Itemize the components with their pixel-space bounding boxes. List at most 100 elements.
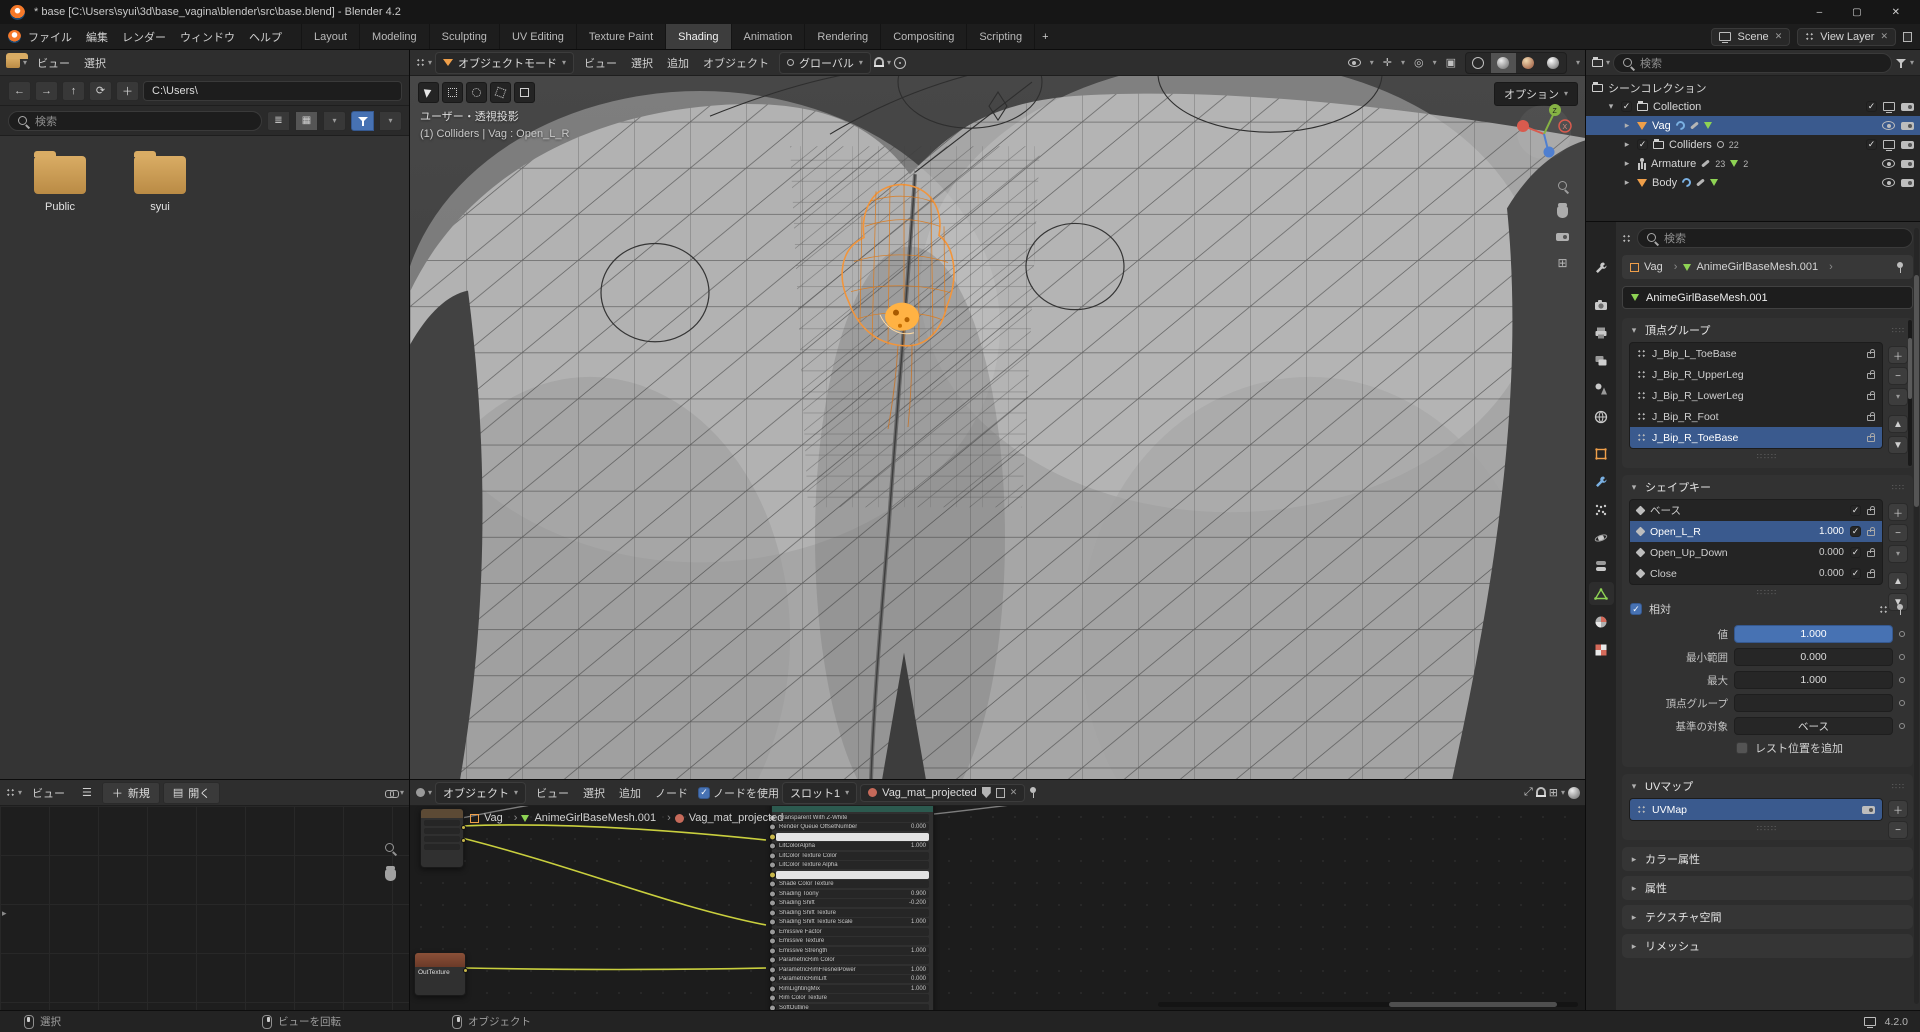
- shader-editor-menu[interactable]: 追加: [612, 783, 648, 803]
- outliner-row-vag[interactable]: ▸ Vag: [1586, 116, 1920, 135]
- node-row[interactable]: ParametricRimLift 0.000: [776, 975, 929, 983]
- close-button[interactable]: ✕: [1892, 7, 1900, 18]
- node-row[interactable]: ParametricRim Color: [776, 956, 929, 964]
- shape-key-mute-checkbox[interactable]: [1850, 526, 1861, 537]
- image-editor-canvas[interactable]: ▸: [0, 806, 410, 1010]
- outliner-row-colliders[interactable]: ▸ Colliders 22: [1586, 135, 1920, 154]
- lock-icon[interactable]: [1867, 373, 1875, 379]
- breadcrumb-mesh[interactable]: AnimeGirlBaseMesh.001: [521, 812, 670, 824]
- mesh-name-field[interactable]: AnimeGirlBaseMesh.001: [1622, 286, 1913, 309]
- disclosure-triangle-icon[interactable]: ▾: [1606, 101, 1616, 112]
- shape-key-row[interactable]: Open_L_R 1.000: [1630, 521, 1882, 542]
- vertex-group-row[interactable]: J_Bip_R_UpperLeg: [1630, 364, 1882, 385]
- node-row[interactable]: Emissive Texture: [776, 937, 929, 945]
- display-grid-button[interactable]: ▦: [295, 111, 318, 131]
- render-visibility-icon[interactable]: [1901, 140, 1914, 150]
- lock-icon[interactable]: [1867, 572, 1875, 578]
- node-row[interactable]: Shading Toony 0.900: [776, 890, 929, 898]
- new-folder-button[interactable]: ＋: [116, 81, 139, 101]
- shading-solid-button[interactable]: [1491, 53, 1516, 73]
- breadcrumb-object[interactable]: Vag: [1630, 261, 1677, 273]
- filter-button[interactable]: [351, 111, 374, 131]
- image-editor-menu[interactable]: ビュー: [25, 783, 72, 803]
- workspace-tab[interactable]: Sculpting: [430, 24, 500, 50]
- shape-key-mute-checkbox[interactable]: [1850, 547, 1861, 558]
- remove-vertex-group-button[interactable]: −: [1888, 367, 1908, 385]
- list-scrollbar[interactable]: [1908, 320, 1912, 466]
- editor-type-icon-file-browser[interactable]: [6, 58, 20, 68]
- scene-selector[interactable]: Scene ✕: [1711, 28, 1790, 46]
- vertex-group-row[interactable]: J_Bip_R_LowerLeg: [1630, 385, 1882, 406]
- fake-user-shield-icon[interactable]: [982, 787, 991, 798]
- move-up-button[interactable]: ▲: [1888, 415, 1908, 433]
- editor-type-icon-3d-viewport[interactable]: [416, 58, 425, 67]
- add-uv-map-button[interactable]: ＋: [1888, 800, 1908, 818]
- workspace-tab[interactable]: Rendering: [805, 24, 881, 50]
- shape-key-mute-checkbox[interactable]: [1850, 505, 1861, 516]
- overlays-dropdown-icon[interactable]: ◎: [1414, 56, 1424, 69]
- folder-item[interactable]: Public: [24, 156, 96, 213]
- node-row[interactable]: LitColor: [776, 833, 929, 841]
- navigation-gizmo[interactable]: Z X: [1512, 100, 1576, 164]
- xray-toggle-icon[interactable]: ▣: [1446, 56, 1456, 69]
- tool-select-circle-button[interactable]: [466, 82, 487, 103]
- tab-particles[interactable]: [1589, 498, 1614, 521]
- vertex-group-row[interactable]: J_Bip_R_Foot: [1630, 406, 1882, 427]
- node-row[interactable]: Emissive Factor: [776, 928, 929, 936]
- collapsed-panel[interactable]: ▸ 属性: [1622, 876, 1913, 900]
- region-toggle-icon[interactable]: ▸: [2, 908, 7, 919]
- tab-modifiers[interactable]: [1589, 470, 1614, 493]
- list-resize-grip[interactable]: ∷∷∷: [1622, 589, 1913, 597]
- tab-object-data[interactable]: [1589, 582, 1614, 605]
- lock-icon[interactable]: [1867, 509, 1875, 515]
- disclosure-triangle-icon[interactable]: ▸: [1622, 158, 1632, 169]
- hide-eye-icon[interactable]: [1882, 121, 1895, 130]
- node-row[interactable]: LitColor Texture Color: [776, 852, 929, 860]
- value-field[interactable]: [1734, 694, 1893, 712]
- gizmos-dropdown-icon[interactable]: ✛: [1383, 56, 1392, 69]
- node-row[interactable]: Shading Shift Texture Scale 1.000: [776, 918, 929, 926]
- outliner-search-input[interactable]: 検索: [1613, 53, 1892, 73]
- pan-hand-icon[interactable]: [385, 869, 396, 881]
- tab-output[interactable]: [1589, 321, 1614, 344]
- viewport-menu[interactable]: オブジェクト: [696, 53, 776, 73]
- material-selector[interactable]: Vag_mat_projected ✕: [860, 784, 1025, 802]
- show-only-icon[interactable]: [1879, 605, 1888, 614]
- display-list-button[interactable]: ≣: [267, 111, 290, 131]
- tab-physics[interactable]: [1589, 526, 1614, 549]
- view-layer-unlink-icon[interactable]: ✕: [1880, 31, 1888, 42]
- workspace-tab[interactable]: Scripting: [967, 24, 1035, 50]
- shape-key-row[interactable]: Open_Up_Down 0.000: [1630, 542, 1882, 563]
- value-field[interactable]: 1.000: [1734, 625, 1893, 643]
- out-texture-node[interactable]: OutTexture: [414, 952, 466, 996]
- breadcrumb-mesh[interactable]: AnimeGirlBaseMesh.001: [1683, 261, 1832, 273]
- shader-editor-menu[interactable]: ビュー: [529, 783, 576, 803]
- shading-chevron-icon[interactable]: ▾: [1576, 59, 1580, 67]
- node-row[interactable]: LitColor Texture Alpha: [776, 861, 929, 869]
- editor-type-icon-shader[interactable]: [416, 788, 425, 797]
- lock-icon[interactable]: [1867, 394, 1875, 400]
- workspace-tab[interactable]: Modeling: [360, 24, 430, 50]
- node-row[interactable]: Emissive Strength 1.000: [776, 947, 929, 955]
- proportional-editing-icon[interactable]: [894, 57, 906, 69]
- collapsed-panel[interactable]: ▸ カラー属性: [1622, 847, 1913, 871]
- render-visibility-icon[interactable]: [1901, 102, 1914, 112]
- shading-rendered-button[interactable]: [1541, 53, 1566, 73]
- shape-key-mute-checkbox[interactable]: [1850, 568, 1861, 579]
- maximize-button[interactable]: ▢: [1852, 7, 1861, 18]
- render-visibility-icon[interactable]: [1901, 121, 1914, 131]
- node-row[interactable]: Shade Color Texture: [776, 880, 929, 888]
- outliner-row-body[interactable]: ▸ Body: [1586, 173, 1920, 192]
- panel-grip-icon[interactable]: ∷∷: [1892, 483, 1906, 492]
- node-canvas[interactable]: OutTexture Transparent With Z-White Rend…: [410, 806, 1586, 1010]
- minimize-button[interactable]: –: [1817, 7, 1823, 18]
- remove-shape-key-button[interactable]: −: [1888, 524, 1908, 542]
- lock-icon[interactable]: [1867, 352, 1875, 358]
- viewport-pan-icon[interactable]: [1557, 206, 1568, 218]
- disclosure-triangle-icon[interactable]: ▸: [1622, 120, 1632, 131]
- tab-tool[interactable]: [1589, 256, 1614, 279]
- panel-grip-icon[interactable]: ∷∷: [1892, 782, 1906, 791]
- move-up-button[interactable]: ▲: [1888, 572, 1908, 590]
- collapsed-panel[interactable]: ▸ リメッシュ: [1622, 934, 1913, 958]
- collection-checkbox[interactable]: [1621, 101, 1632, 112]
